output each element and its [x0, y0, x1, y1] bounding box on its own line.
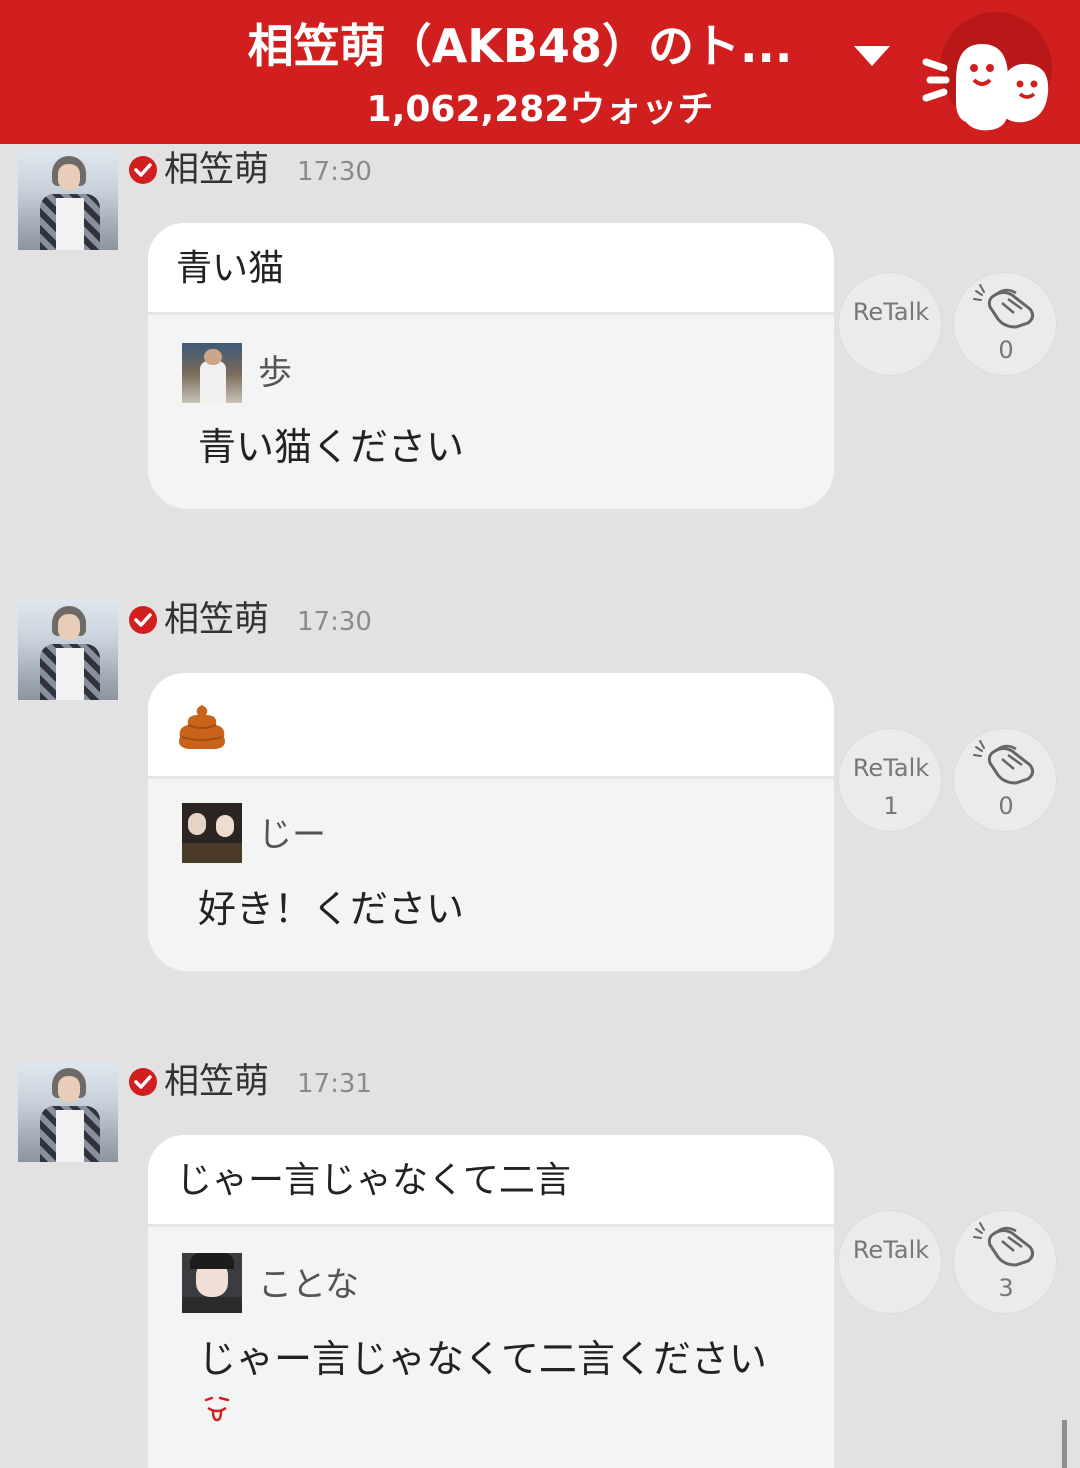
clap-button[interactable]: 3: [953, 1210, 1057, 1314]
retalk-label: ReTalk: [852, 298, 930, 326]
quoted-question: じー 好き！ください: [148, 779, 834, 971]
quoted-question: 歩 青い猫ください: [148, 315, 834, 509]
quoted-user-name: じー: [258, 815, 326, 855]
message-time: 17:30: [297, 157, 372, 187]
quoted-text-content: じゃー言じゃなくて二言ください: [198, 1337, 767, 1381]
quoted-question: ことな じゃー言じゃなくて二言ください: [148, 1227, 834, 1468]
quoted-user-avatar[interactable]: [182, 803, 242, 863]
retalk-label: ReTalk: [852, 754, 930, 782]
verified-check-icon: [129, 606, 157, 634]
clap-count: 3: [998, 1274, 1014, 1302]
tongue-out-emoji-icon: [204, 1396, 230, 1422]
author-avatar[interactable]: [18, 600, 118, 700]
quoted-user-avatar[interactable]: [182, 343, 242, 403]
message-body: じゃー言じゃなくて二言: [148, 1135, 834, 1227]
quoted-text: じゃー言じゃなくて二言ください: [198, 1335, 798, 1431]
quoted-user-avatar[interactable]: [182, 1253, 242, 1313]
scrollbar[interactable]: [1062, 1420, 1067, 1468]
message-card[interactable]: 青い猫 歩 青い猫ください: [148, 223, 834, 509]
quoted-user-name: ことな: [258, 1265, 359, 1305]
clap-icon: [973, 1222, 1035, 1267]
verified-check-icon: [129, 156, 157, 184]
quoted-text: 青い猫ください: [198, 425, 465, 469]
clap-icon: [973, 740, 1035, 785]
quoted-text: 好き！ください: [198, 887, 465, 931]
clap-icon: [973, 284, 1035, 329]
retalk-count: 1: [883, 792, 899, 820]
clap-count: 0: [998, 792, 1014, 820]
author-name[interactable]: 相笠萌: [164, 1062, 269, 1102]
verified-check-icon: [129, 1068, 157, 1096]
clap-count: 0: [998, 336, 1014, 364]
message-body: 青い猫: [148, 223, 834, 315]
triangle-down-icon[interactable]: [852, 44, 892, 68]
watch-count: 1,062,282ウォッチ: [366, 89, 714, 130]
retalk-button[interactable]: ReTalk: [838, 1210, 942, 1314]
page-title[interactable]: 相笠萌（AKB48）のト...: [200, 16, 840, 76]
retalk-label: ReTalk: [852, 1236, 930, 1264]
retalk-button[interactable]: ReTalk: [838, 272, 942, 376]
author-avatar[interactable]: [18, 150, 118, 250]
retalk-button[interactable]: ReTalk 1: [838, 728, 942, 832]
poop-emoji-icon: [179, 705, 225, 749]
author-name[interactable]: 相笠萌: [164, 600, 269, 640]
author-name[interactable]: 相笠萌: [164, 150, 269, 190]
ghost-mascot-icon: [922, 44, 1049, 131]
message-time: 17:30: [297, 607, 372, 637]
message-time: 17:31: [297, 1069, 372, 1099]
quoted-user-name: 歩: [258, 353, 292, 393]
message-card[interactable]: じー 好き！ください: [148, 673, 834, 971]
clap-button[interactable]: 0: [953, 272, 1057, 376]
message-body: [148, 673, 834, 779]
message-card[interactable]: じゃー言じゃなくて二言 ことな じゃー言じゃなくて二言ください: [148, 1135, 834, 1468]
author-avatar[interactable]: [18, 1062, 118, 1162]
clap-button[interactable]: 0: [953, 728, 1057, 832]
app-header: 相笠萌（AKB48）のト... 1,062,282ウォッチ: [0, 0, 1080, 144]
